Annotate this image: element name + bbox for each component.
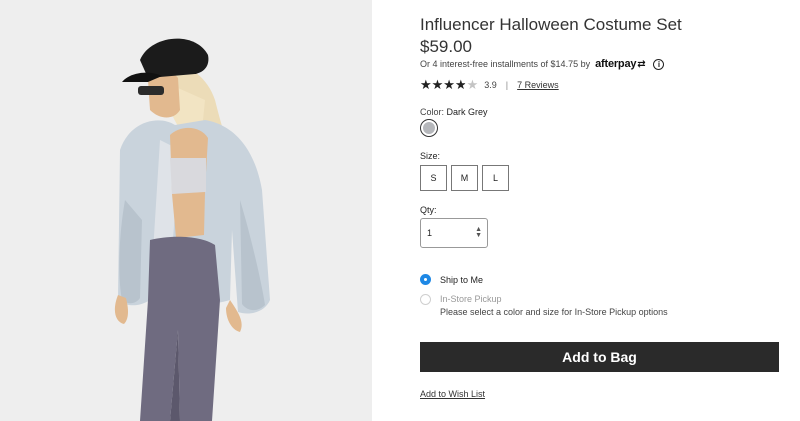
info-icon[interactable]: i	[653, 58, 665, 70]
rating: ★★★★★ ★★★★★ 3.9 | 7 Reviews	[420, 78, 559, 91]
size-option-m[interactable]: M	[451, 165, 478, 191]
in-store-pickup-radio[interactable]	[420, 294, 431, 305]
ship-to-me-radio[interactable]	[420, 274, 431, 285]
size-option-s[interactable]: S	[420, 165, 447, 191]
qty-value: 1	[427, 228, 433, 238]
qty-label: Qty:	[420, 205, 437, 215]
in-store-pickup-label: In-Store Pickup	[440, 294, 502, 304]
add-to-wish-list-link[interactable]: Add to Wish List	[420, 389, 485, 399]
star-rating-icon: ★★★★★ ★★★★★	[420, 77, 479, 92]
product-image[interactable]	[0, 0, 372, 421]
stepper-arrows-icon[interactable]: ▲ ▼	[475, 226, 482, 239]
afterpay-arrow-icon: ⇄	[637, 59, 646, 70]
model-illustration	[0, 0, 372, 421]
product-title: Influencer Halloween Costume Set	[420, 15, 682, 34]
reviews-link[interactable]: 7 Reviews	[517, 80, 559, 90]
size-options: S M L	[420, 165, 509, 191]
in-store-pickup-note: Please select a color and size for In-St…	[440, 307, 668, 317]
size-label: Size:	[420, 151, 441, 161]
product-price: $59.00	[420, 37, 472, 56]
swatch-fill	[423, 122, 435, 134]
afterpay-text: Or 4 interest-free installments of $14.7…	[420, 59, 591, 69]
rating-separator: |	[505, 79, 509, 90]
color-value: Dark Grey	[446, 107, 488, 117]
ship-to-me-option[interactable]: Ship to Me	[420, 274, 483, 285]
ship-to-me-label: Ship to Me	[440, 274, 484, 285]
in-store-pickup-option[interactable]: In-Store Pickup Please select a color an…	[420, 294, 668, 317]
add-to-bag-button[interactable]: Add to Bag	[420, 342, 779, 372]
size-option-l[interactable]: L	[482, 165, 509, 191]
color-label: Color: Dark Grey	[420, 107, 488, 117]
color-swatch-dark-grey[interactable]	[420, 119, 438, 137]
afterpay-installments: Or 4 interest-free installments of $14.7…	[420, 58, 665, 70]
quantity-stepper[interactable]: 1 ▲ ▼	[420, 218, 488, 248]
rating-score: 3.9	[484, 79, 497, 90]
afterpay-logo: afterpay⇄	[595, 58, 646, 70]
